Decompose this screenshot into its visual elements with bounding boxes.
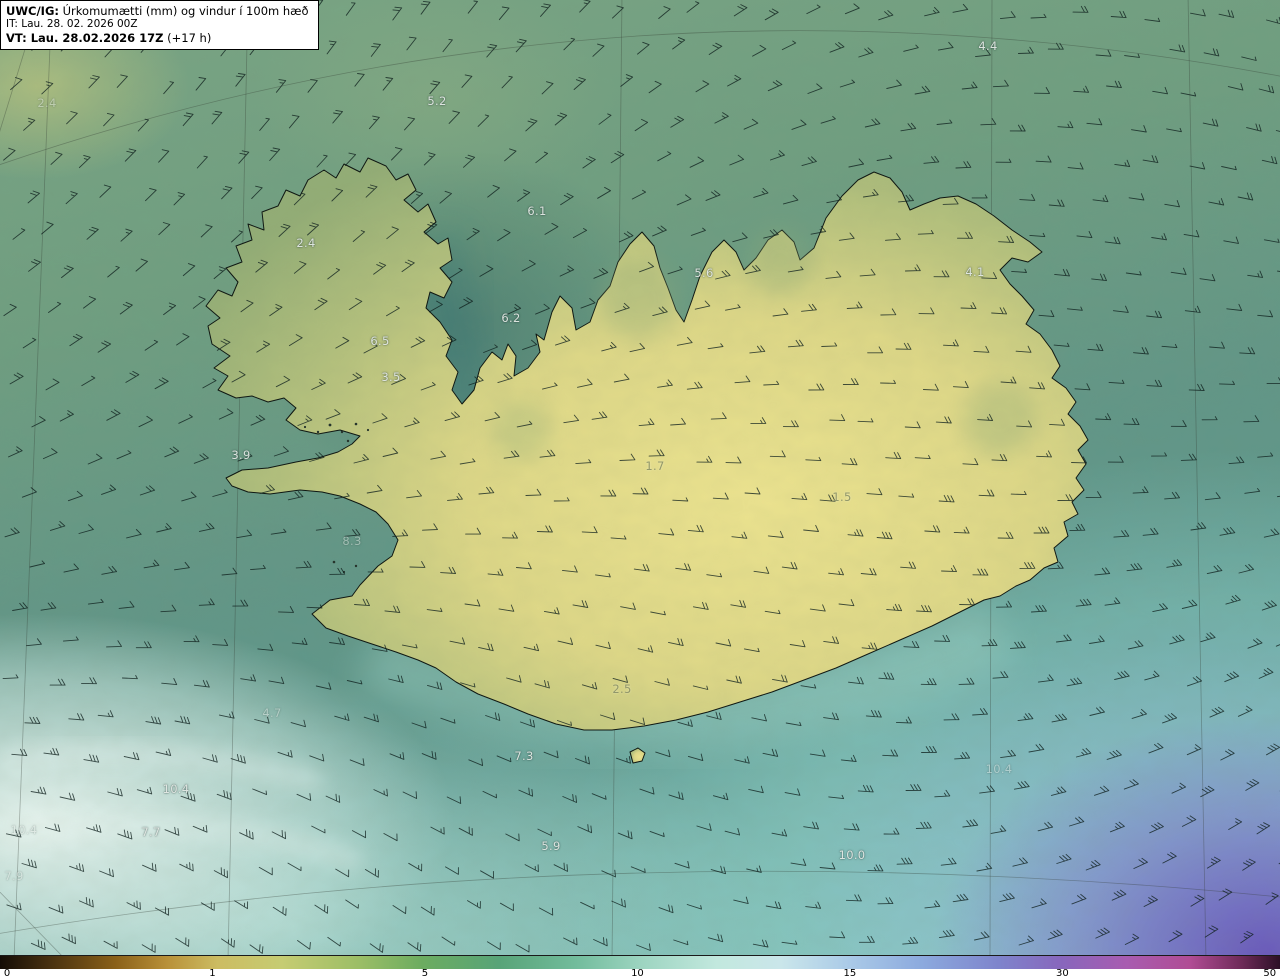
weather-map: 4.4 5.2 2.4 6.1 2.4 5.6 4.1 6.2 6.5 3.5 3.9 8.3 1.7 1… [0, 0, 1280, 978]
colorbar-tick: 5 [421, 968, 429, 978]
colorbar: 0 1 5 10 15 30 50 [0, 955, 1280, 978]
colorbar-tick: 1 [209, 968, 216, 978]
colorbar-tick: 10 [631, 968, 644, 978]
colorbar-ticks: 0 1 5 10 15 30 50 [0, 968, 1280, 978]
colorbar-tick: 50 [1263, 968, 1277, 978]
valid-time: VT: Lau. 28.02.2026 17Z (+17 h) [6, 31, 212, 45]
colorbar-tick: 15 [843, 968, 857, 978]
map-info-box: UWC/IG: Úrkomumætti (mm) og vindur í 100… [0, 0, 319, 50]
map-canvas: 4.4 5.2 2.4 6.1 2.4 5.6 4.1 6.2 6.5 3.5 3.9 8.3 1.7 1… [0, 0, 1280, 955]
field-grain-overlay [0, 0, 1280, 955]
product-title: UWC/IG: Úrkomumætti (mm) og vindur í 100… [6, 4, 309, 18]
init-time: IT: Lau. 28. 02. 2026 00Z [6, 18, 138, 30]
map-graphics [0, 0, 1280, 955]
colorbar-tick: 0 [3, 968, 11, 978]
colorbar-tick: 30 [1056, 968, 1069, 978]
